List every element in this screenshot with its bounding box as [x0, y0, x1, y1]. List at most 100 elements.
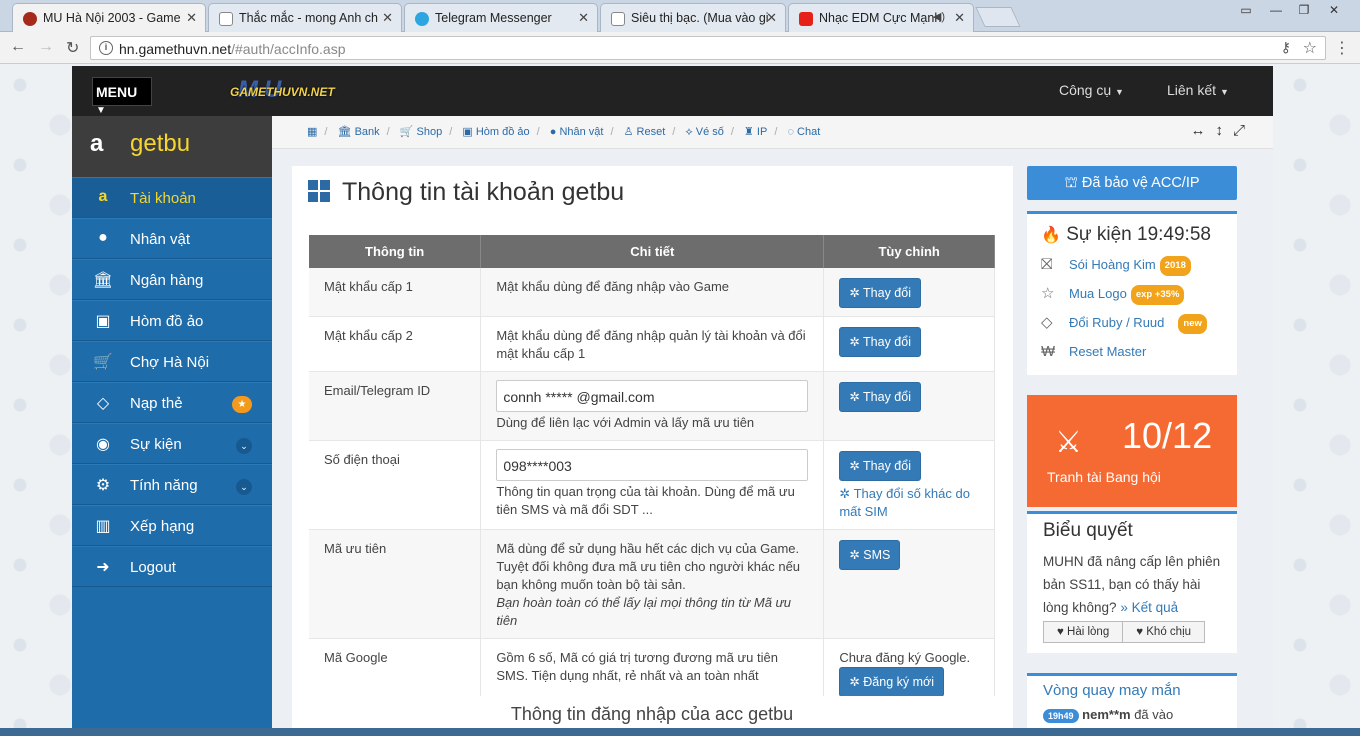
info-icon[interactable]: i	[99, 41, 113, 55]
change-phone-button[interactable]: ✲ Thay đổi	[839, 451, 921, 481]
sms-button[interactable]: ✲ SMS	[839, 540, 901, 570]
breadcrumb-lottery[interactable]: ⟡ Vé số	[685, 126, 723, 138]
close-tab-icon[interactable]: ✕	[186, 10, 197, 26]
restore-icon[interactable]: ❐	[1290, 0, 1318, 20]
sidebar-item-features[interactable]: ⚙ Tính năng ⌄	[72, 464, 272, 505]
phone-field[interactable]: 098****003	[496, 449, 809, 481]
window-close-icon[interactable]: ✕	[1320, 0, 1348, 20]
google-register-button[interactable]: ✲ Đăng ký mới	[839, 667, 944, 697]
tools-dropdown[interactable]: Công cụ ▼	[1059, 82, 1124, 98]
close-tab-icon[interactable]: ✕	[382, 10, 393, 26]
lost-sim-link[interactable]: ✲ Thay đổi số khác do mất SIM	[839, 485, 979, 521]
breadcrumb-shop[interactable]: 🛒 Shop	[400, 126, 442, 138]
sidebar-item-ranking[interactable]: ▥ Xếp hạng	[72, 505, 272, 546]
close-tab-icon[interactable]: ✕	[578, 10, 589, 26]
event-item[interactable]: ☆ Mua Logo exp +35%	[1041, 285, 1223, 314]
menu-button[interactable]: MENU ▼	[92, 77, 152, 116]
page-title: Thông tin tài khoản getbu	[342, 178, 625, 206]
cogs-icon: ⚙	[95, 477, 111, 494]
reload-icon[interactable]: ↻	[66, 38, 79, 58]
poll-yes-button[interactable]: ♥ Hài lòng	[1043, 621, 1124, 643]
site-logo[interactable]: MU GAMETHUVN.NET	[230, 76, 350, 106]
gear-icon: ✲	[849, 548, 860, 562]
poll-result-link[interactable]: » Kết quả	[1120, 600, 1178, 615]
diamond-icon: ◇	[1041, 314, 1053, 331]
breadcrumb-ip[interactable]: ♜ IP	[744, 126, 767, 138]
sidebar-item-character[interactable]: ● Nhân vật	[72, 218, 272, 259]
breadcrumb-chat[interactable]: ◌ Chat	[787, 126, 820, 138]
breadcrumb-vault[interactable]: ▣ Hòm đồ ảo	[462, 126, 529, 138]
swordsman-icon: ⚔	[1055, 426, 1082, 459]
change-email-button[interactable]: ✲ Thay đổi	[839, 382, 921, 412]
links-dropdown[interactable]: Liên kết ▼	[1167, 82, 1229, 98]
browser-tab-youtube[interactable]: Nhạc EDM Cực Mạnh ◀) ✕	[788, 3, 974, 32]
heartbeat-icon: ♥	[1136, 626, 1144, 638]
sidebar-user-header: a getbu	[72, 116, 272, 177]
browser-tab-mu[interactable]: MU Hà Nội 2003 - Game ✕	[12, 3, 206, 32]
fullscreen-icon[interactable]: ⤢	[1233, 122, 1255, 139]
account-info-table: Thông tin Chi tiết Tùy chỉnh Mật khẩu cấ…	[309, 235, 995, 706]
lucky-wheel-box: Vòng quay may mắn 19h49 nem**m đã vào	[1027, 673, 1237, 729]
event-item[interactable]: ◇ Đổi Ruby / Ruud new	[1041, 314, 1223, 343]
calendar-icon[interactable]: ▦	[307, 126, 317, 138]
poll-no-button[interactable]: ♥ Khó chịu	[1122, 621, 1206, 643]
new-tab-button[interactable]	[975, 7, 1021, 27]
gear-icon: ✲	[849, 675, 860, 689]
gift-icon: ⛝	[1041, 256, 1053, 273]
sidebar-item-bank[interactable]: 🏛 Ngân hàng	[72, 259, 272, 300]
mu-favicon-icon	[23, 12, 37, 26]
heart-icon: ♥	[1057, 626, 1064, 638]
sidebar-username: getbu	[130, 130, 191, 157]
event-item[interactable]: ⛝ Sói Hoàng Kim 2018	[1041, 256, 1223, 285]
change-password2-button[interactable]: ✲ Thay đổi	[839, 327, 921, 357]
event-item[interactable]: ₩ Reset Master	[1041, 343, 1223, 365]
close-tab-icon[interactable]: ✕	[766, 10, 777, 26]
lucky-wheel-title[interactable]: Vòng quay may mắn	[1043, 682, 1221, 699]
page-icon	[219, 12, 233, 26]
sidebar-item-vault[interactable]: ▣ Hòm đồ ảo	[72, 300, 272, 341]
account-info-panel: Thông tin tài khoản getbu Thông tin Chi …	[292, 166, 1013, 736]
browser-tab-telegram[interactable]: Telegram Messenger ✕	[404, 3, 598, 32]
change-password1-button[interactable]: ✲ Thay đổi	[839, 278, 921, 308]
user-icon[interactable]: ▭	[1232, 0, 1260, 20]
table-row: Số điện thoại 098****003 Thông tin quan t…	[309, 440, 995, 530]
sidebar-item-logout[interactable]: ➜ Logout	[72, 546, 272, 587]
email-field[interactable]: connh ***** @gmail.com	[496, 380, 809, 412]
bookmark-star-icon[interactable]: ☆	[1303, 38, 1317, 58]
diamond-icon: ◇	[96, 395, 110, 412]
minimize-icon[interactable]: —	[1262, 0, 1290, 20]
sidebar-item-events[interactable]: ◉ Sự kiện ⌄	[72, 423, 272, 464]
protect-acc-button[interactable]: ⛫ Đã bảo vệ ACC/IP	[1027, 166, 1237, 200]
bank-icon: 🏛	[92, 272, 114, 289]
sidebar-item-account[interactable]: a Tài khoản	[72, 177, 272, 218]
android-icon: ◉	[96, 436, 110, 453]
browser-tab-supermarket[interactable]: Siêu thị bạc. (Mua vào gi ✕	[600, 3, 786, 32]
chevron-down-icon[interactable]: ⌄	[236, 479, 252, 495]
sidebar-item-market[interactable]: 🛒 Chợ Hà Nội	[72, 341, 272, 382]
forward-icon[interactable]: →	[38, 38, 54, 56]
browser-menu-icon[interactable]: ⋮	[1334, 38, 1350, 58]
sidebar-item-topup[interactable]: ◇ Nạp thẻ ★	[72, 382, 272, 423]
back-icon[interactable]: ←	[10, 38, 26, 56]
gear-icon: ✲	[849, 335, 860, 349]
breadcrumb-reset[interactable]: ♙ Reset	[624, 126, 666, 138]
key-icon[interactable]: ⚷	[1281, 39, 1291, 56]
os-taskbar	[0, 728, 1360, 736]
close-tab-icon[interactable]: ✕	[954, 10, 965, 26]
url-input[interactable]: i hn.gamethuvn.net/#auth/accInfo.asp ⚷ ☆	[90, 36, 1326, 60]
expand-vertical-icon[interactable]: ↕	[1215, 122, 1233, 139]
browser-tab-question[interactable]: Thắc mắc - mong Anh ch ✕	[208, 3, 402, 32]
star-badge-icon: ★	[232, 396, 252, 413]
speaker-icon[interactable]: ◀)	[933, 10, 945, 23]
guild-war-box[interactable]: ⚔ 10/12 Tranh tài Bang hội	[1027, 395, 1237, 507]
fire-icon: 🔥	[1041, 227, 1061, 244]
amazon-icon: a	[90, 130, 104, 157]
expand-horizontal-icon[interactable]: ↔	[1190, 122, 1215, 139]
breadcrumb-bank[interactable]: 🏛 Bank	[338, 126, 380, 138]
top-navbar: MENU ▼ MU GAMETHUVN.NET Công cụ ▼ Liên k…	[72, 66, 1273, 116]
chevron-down-icon[interactable]: ⌄	[236, 438, 252, 454]
won-icon: ₩	[1041, 343, 1056, 360]
breadcrumb-character[interactable]: ● Nhân vật	[550, 126, 604, 138]
caret-down-icon: ▼	[96, 105, 106, 116]
gear-icon: ✲	[849, 390, 860, 404]
